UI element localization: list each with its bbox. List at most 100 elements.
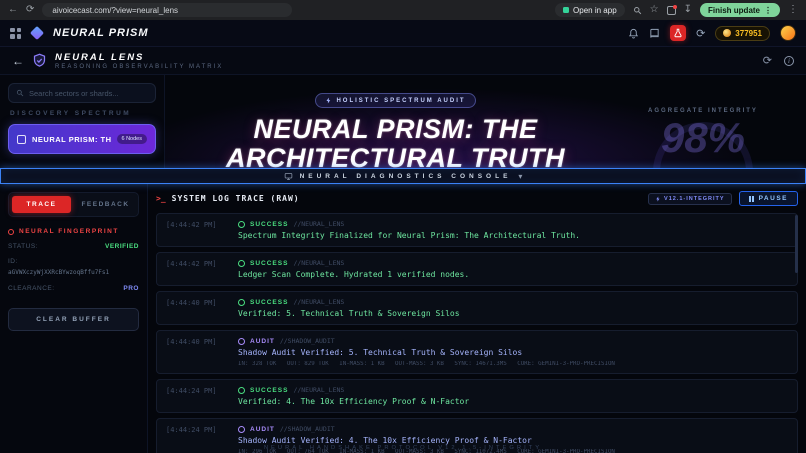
neural-fingerprint-header: NEURAL FINGERPRINT [8, 228, 139, 235]
download-icon[interactable]: ↧ [684, 5, 692, 15]
log-entry: [4:44:24 PM] SUCCESS //NEURAL_LENS Verif… [156, 379, 798, 413]
log-entry: [4:44:40 PM] AUDIT //SHADOW_AUDIT Shadow… [156, 330, 798, 374]
log-message: Shadow Audit Verified: 5. Technical Trut… [238, 348, 788, 357]
info-icon[interactable]: i [784, 56, 794, 66]
sector-icon [17, 135, 26, 144]
log-level-icon [238, 221, 245, 228]
app-header-actions: ⟳ 377951 [628, 25, 796, 41]
page-title: NEURAL LENS [55, 52, 223, 63]
node-count-badge: 6 Nodes [117, 134, 148, 144]
lab-flask-button[interactable] [670, 25, 686, 41]
id-value: aGVWXczyWjXXRcBYwzoqBffu7Fs1 [8, 268, 139, 277]
url-bar[interactable]: aivoicecast.com/?view=neural_lens [42, 3, 292, 17]
search-input[interactable] [29, 89, 148, 98]
open-in-app-label: Open in app [573, 6, 617, 15]
clearance-row: CLEARANCE: PRO [8, 285, 139, 292]
log-source-label: //NEURAL_LENS [293, 259, 344, 267]
fingerprint-icon [8, 229, 14, 235]
log-message: Verified: 5. Technical Truth & Sovereign… [238, 309, 788, 318]
hero-title-line2: ARCHITECTURAL TRUTH [226, 144, 565, 168]
log-level-label: AUDIT [250, 338, 275, 345]
apps-grid-icon[interactable] [10, 28, 21, 39]
docs-book-icon[interactable] [649, 28, 660, 39]
fingerprint-title: NEURAL FINGERPRINT [19, 228, 119, 235]
tab-feedback[interactable]: FEEDBACK [76, 196, 135, 213]
sidebar-item-neural-prism[interactable]: NEURAL PRISM: THE … 6 Nodes [8, 124, 156, 154]
log-source-label: //SHADOW_AUDIT [280, 425, 335, 433]
app-title: NEURAL PRISM [53, 27, 149, 39]
credits-badge[interactable]: 377951 [715, 26, 770, 41]
log-scrollbar[interactable] [795, 215, 798, 273]
clear-buffer-button[interactable]: CLEAR BUFFER [8, 308, 139, 331]
diagnostics-console-bar[interactable]: NEURAL DIAGNOSTICS CONSOLE ▾ [0, 168, 806, 184]
finish-update-button[interactable]: Finish update ⋮ [700, 3, 780, 17]
back-icon[interactable]: ← [8, 5, 18, 15]
console-monitor-icon [284, 172, 293, 181]
lens-header-actions: ⟳ i [763, 54, 794, 67]
log-level-icon [238, 426, 245, 433]
bell-icon[interactable] [628, 28, 639, 39]
discovery-spectrum-label: DISCOVERY SPECTRUM [8, 110, 156, 117]
log-panel: >_ SYSTEM LOG TRACE (RAW) V12.1-INTEGRIT… [148, 184, 806, 453]
aggregate-integrity: AGGREGATE INTEGRITY 98% [638, 108, 768, 159]
log-entry: [4:44:40 PM] SUCCESS //NEURAL_LENS Verif… [156, 291, 798, 325]
log-entry: [4:44:42 PM] SUCCESS //NEURAL_LENS Spect… [156, 213, 798, 247]
log-message: Verified: 4. The 10x Efficiency Proof & … [238, 397, 788, 406]
log-level-icon [238, 338, 245, 345]
log-timestamp: [4:44:40 PM] [166, 298, 228, 318]
search-icon [16, 89, 24, 97]
extensions-icon[interactable] [667, 6, 676, 15]
status-value: VERIFIED [105, 243, 139, 250]
console-body: TRACE FEEDBACK NEURAL FINGERPRINT STATUS… [0, 184, 806, 453]
log-header: >_ SYSTEM LOG TRACE (RAW) V12.1-INTEGRIT… [156, 191, 798, 206]
browser-menu-icon[interactable]: ⋮ [788, 5, 798, 15]
aggregate-value: 98% [638, 117, 768, 159]
hero-title: NEURAL PRISM: THE ARCHITECTURAL TRUTH [226, 115, 565, 168]
browser-chrome: ← ⟳ aivoicecast.com/?view=neural_lens Op… [0, 0, 806, 20]
credits-count: 377951 [735, 29, 762, 38]
sync-icon[interactable]: ⟳ [696, 27, 705, 40]
pause-button[interactable]: PAUSE [739, 191, 798, 206]
finish-update-label: Finish update [708, 6, 760, 15]
log-timestamp: [4:44:24 PM] [166, 386, 228, 406]
log-entry-list: [4:44:42 PM] SUCCESS //NEURAL_LENS Spect… [156, 213, 798, 453]
app-window-icon [563, 7, 569, 13]
log-entry-meta: IN: 328 TOK OUT: 829 TOK IN-MASS: 1 KB O… [238, 361, 788, 367]
trace-tabs: TRACE FEEDBACK [8, 192, 139, 217]
tab-trace[interactable]: TRACE [12, 196, 71, 213]
sidebar-item-label: NEURAL PRISM: THE … [32, 135, 111, 144]
pause-label: PAUSE [759, 195, 788, 202]
log-message: Ledger Scan Complete. Hydrated 1 verifie… [238, 270, 788, 279]
log-source-label: //NEURAL_LENS [293, 220, 344, 228]
content-row: DISCOVERY SPECTRUM NEURAL PRISM: THE … 6… [0, 75, 806, 168]
log-level-label: SUCCESS [250, 299, 288, 306]
extension-notification-dot [673, 5, 677, 9]
reload-icon[interactable]: ⟳ [26, 5, 34, 15]
user-avatar[interactable] [780, 25, 796, 41]
console-label: NEURAL DIAGNOSTICS CONSOLE [300, 173, 512, 180]
terminal-prompt-icon: >_ [156, 194, 166, 203]
lightning-icon [325, 97, 332, 104]
lens-shield-icon [32, 53, 47, 68]
status-row: STATUS: VERIFIED [8, 243, 139, 250]
hero-panel: HOLISTIC SPECTRUM AUDIT NEURAL PRISM: TH… [165, 75, 806, 168]
bookmark-star-icon[interactable]: ☆ [650, 5, 659, 15]
log-source-label: //SHADOW_AUDIT [280, 337, 335, 345]
update-menu-icon: ⋮ [764, 6, 772, 15]
log-title: SYSTEM LOG TRACE (RAW) [172, 194, 300, 203]
log-entry: [4:44:42 PM] SUCCESS //NEURAL_LENS Ledge… [156, 252, 798, 286]
pause-icon [749, 196, 754, 202]
log-message: Shadow Audit Verified: 4. The 10x Effici… [238, 436, 788, 445]
lens-refresh-icon[interactable]: ⟳ [763, 54, 772, 67]
id-label: ID: [8, 258, 139, 265]
app-logo [30, 26, 44, 40]
version-badge: V12.1-INTEGRITY [648, 193, 732, 205]
log-message: Spectrum Integrity Finalized for Neural … [238, 231, 788, 240]
log-source-label: //NEURAL_LENS [293, 386, 344, 394]
discovery-sidebar: DISCOVERY SPECTRUM NEURAL PRISM: THE … 6… [0, 75, 165, 168]
lens-back-button[interactable]: ← [12, 54, 24, 68]
id-row: ID: aGVWXczyWjXXRcBYwzoqBffu7Fs1 [8, 258, 139, 277]
status-label: STATUS: [8, 243, 38, 250]
search-icon[interactable] [633, 6, 642, 15]
open-in-app-chip[interactable]: Open in app [555, 3, 625, 17]
